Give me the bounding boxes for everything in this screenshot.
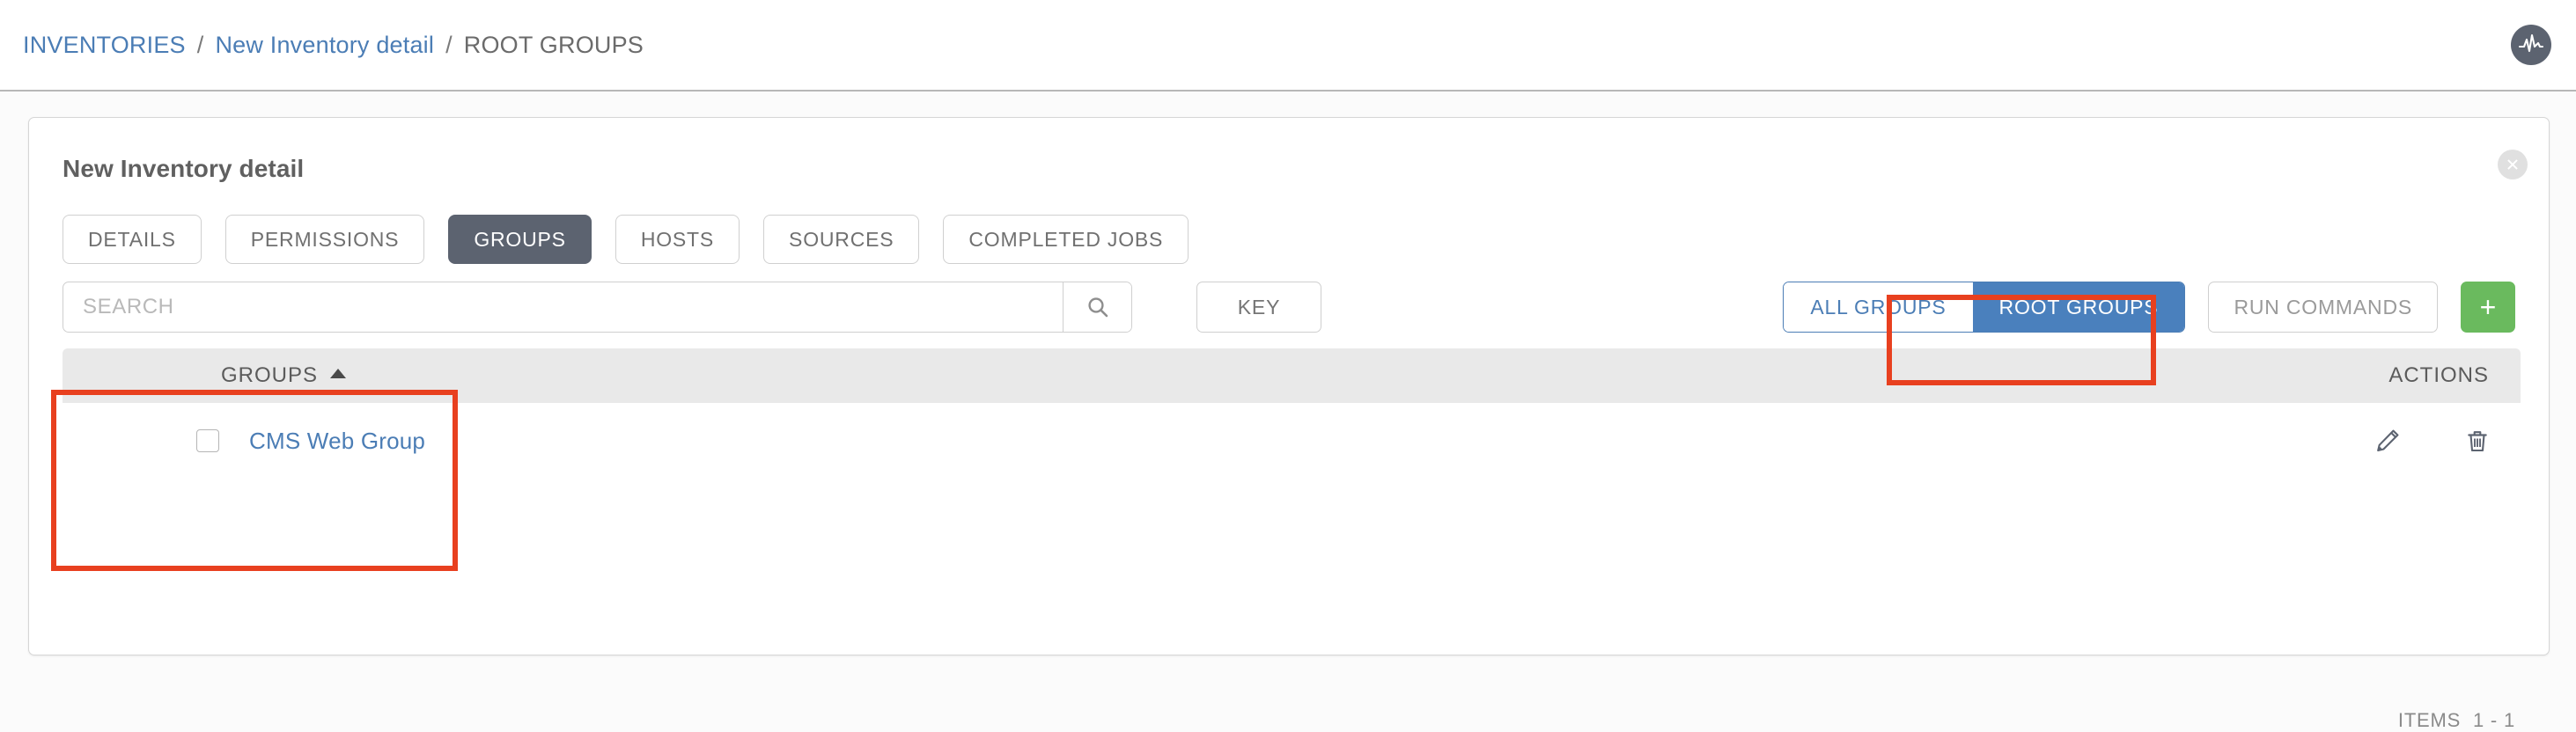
all-groups-button[interactable]: ALL GROUPS: [1784, 282, 1973, 332]
table-row: CMS Web Group: [63, 403, 2521, 479]
breadcrumb-item-root-groups: ROOT GROUPS: [463, 31, 644, 58]
row-actions: [2371, 424, 2494, 458]
toolbar-right-controls: ALL GROUPS ROOT GROUPS RUN COMMANDS +: [1783, 282, 2515, 333]
row-select-checkbox[interactable]: [196, 429, 219, 452]
page-title: New Inventory detail: [63, 155, 305, 182]
detail-tabs: DETAILS PERMISSIONS GROUPS HOSTS SOURCES…: [63, 215, 1189, 264]
inventory-detail-card: New Inventory detail DETAILS PERMISSIONS…: [28, 117, 2550, 731]
delete-trash-icon[interactable]: [2461, 424, 2494, 458]
breadcrumb-separator: /: [196, 31, 204, 58]
breadcrumb-item-inventories[interactable]: INVENTORIES: [23, 32, 186, 59]
pulse-logo-icon: [2511, 25, 2551, 65]
items-count-range: 1 - 1: [2472, 709, 2515, 731]
tab-sources[interactable]: SOURCES: [763, 215, 920, 264]
key-button[interactable]: KEY: [1196, 282, 1321, 333]
groups-table: GROUPS ACTIONS CMS Web Group: [63, 348, 2521, 479]
top-breadcrumb-bar: INVENTORIES / New Inventory detail / ROO…: [0, 0, 2576, 92]
search-input[interactable]: [63, 282, 1063, 332]
group-name-link[interactable]: CMS Web Group: [249, 428, 425, 455]
group-scope-toggle: ALL GROUPS ROOT GROUPS: [1783, 282, 2186, 333]
tab-completed-jobs[interactable]: COMPLETED JOBS: [943, 215, 1189, 264]
run-commands-button[interactable]: RUN COMMANDS: [2208, 282, 2438, 333]
search-icon[interactable]: [1063, 282, 1131, 332]
add-group-button[interactable]: +: [2461, 282, 2515, 333]
column-header-groups[interactable]: GROUPS: [221, 363, 347, 388]
sort-ascending-icon: [330, 368, 347, 378]
table-header-row: GROUPS ACTIONS: [63, 348, 2521, 403]
items-count-label: ITEMS: [2397, 709, 2462, 731]
breadcrumb-item-new-inventory-detail[interactable]: New Inventory detail: [215, 32, 434, 59]
tab-details[interactable]: DETAILS: [63, 215, 202, 264]
groups-toolbar: KEY ALL GROUPS ROOT GROUPS RUN COMMANDS …: [63, 282, 2521, 333]
column-header-groups-label: GROUPS: [221, 363, 319, 387]
tab-hosts[interactable]: HOSTS: [615, 215, 740, 264]
edit-pencil-icon[interactable]: [2371, 424, 2404, 458]
root-groups-button[interactable]: ROOT GROUPS: [1972, 282, 2185, 332]
breadcrumb-separator: /: [445, 31, 453, 58]
breadcrumb: INVENTORIES / New Inventory detail / ROO…: [23, 32, 644, 59]
close-icon[interactable]: [2498, 150, 2528, 179]
search-field-wrapper: [63, 282, 1132, 333]
column-header-actions: ACTIONS: [2388, 363, 2489, 387]
items-count: ITEMS 1 - 1: [2398, 709, 2515, 732]
tab-permissions[interactable]: PERMISSIONS: [224, 215, 425, 264]
tab-groups[interactable]: GROUPS: [448, 215, 592, 264]
